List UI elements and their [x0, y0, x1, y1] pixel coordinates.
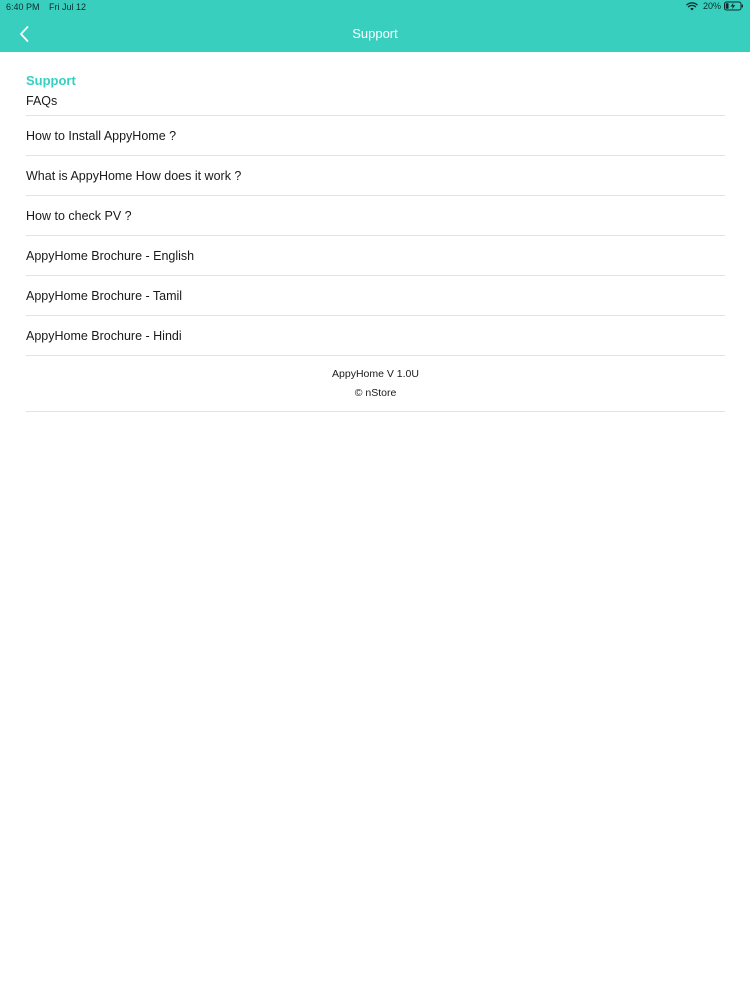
copyright-text: © nStore — [354, 387, 397, 399]
status-right: 20% — [686, 1, 744, 11]
faqs-heading: FAQs — [26, 92, 725, 116]
faq-item-install[interactable]: How to Install AppyHome ? — [26, 116, 725, 156]
app-version: AppyHome V 1.0U — [332, 368, 419, 380]
battery-charging-icon — [724, 1, 744, 11]
faq-list: How to Install AppyHome ? What is AppyHo… — [26, 116, 725, 356]
faq-item-check-pv[interactable]: How to check PV ? — [26, 196, 725, 236]
brochure-tamil-item[interactable]: AppyHome Brochure - Tamil — [26, 276, 725, 316]
app-footer: AppyHome V 1.0U © nStore — [26, 356, 725, 412]
brochure-hindi-item[interactable]: AppyHome Brochure - Hindi — [26, 316, 725, 356]
status-left: 6:40 PM Fri Jul 12 — [6, 2, 93, 12]
wifi-icon — [686, 1, 698, 11]
status-time: 6:40 PM — [6, 2, 40, 12]
top-bar: 6:40 PM Fri Jul 12 20% Support — [0, 0, 750, 52]
battery-percent: 20% — [702, 1, 721, 11]
page-title: Support — [352, 26, 398, 41]
nav-bar: Support — [0, 14, 750, 52]
support-content: Support FAQs How to Install AppyHome ? W… — [26, 72, 725, 412]
status-bar: 6:40 PM Fri Jul 12 20% — [0, 0, 750, 14]
status-date: Fri Jul 12 — [49, 2, 87, 12]
brochure-english-item[interactable]: AppyHome Brochure - English — [26, 236, 725, 276]
faq-item-what-is[interactable]: What is AppyHome How does it work ? — [26, 156, 725, 196]
section-title: Support — [26, 73, 76, 88]
